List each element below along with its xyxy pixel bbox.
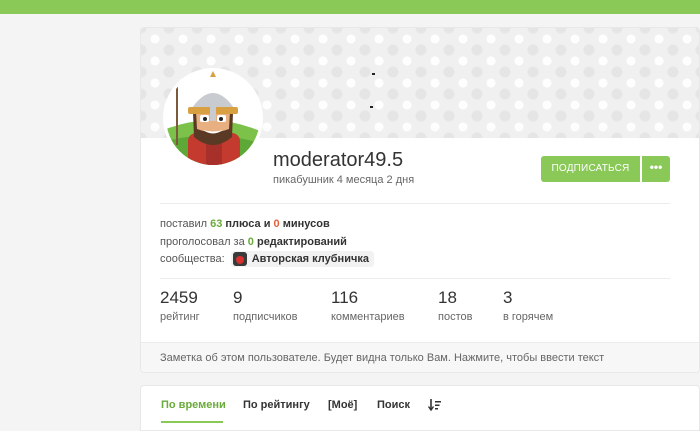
- profile-member-since: пикабушник 4 месяца 2 дня: [273, 174, 415, 186]
- stat-value: 3: [503, 288, 513, 307]
- stat-label: в горячем: [503, 311, 554, 323]
- communities-label: сообщества:: [160, 252, 225, 265]
- edits-line: проголосовал за 0 редактирований: [160, 236, 347, 248]
- stat-label: подписчиков: [233, 311, 298, 323]
- stat-value: 18: [438, 288, 457, 307]
- stat-hot[interactable]: 3 в горячем: [503, 288, 553, 323]
- stat-posts[interactable]: 18 постов: [438, 288, 472, 323]
- profile-username: moderator49.5: [273, 149, 404, 171]
- user-note[interactable]: Заметка об этом пользователе. Будет видн…: [141, 342, 699, 372]
- edits-word: редактирований: [256, 236, 347, 248]
- cover-mark: [372, 73, 375, 75]
- stat-label: комментариев: [331, 311, 405, 323]
- stat-value: 9: [233, 288, 243, 307]
- divider: [160, 278, 670, 279]
- stat-rating[interactable]: 2459 рейтинг: [160, 288, 200, 323]
- divider: [160, 203, 670, 204]
- stat-label: рейтинг: [160, 311, 200, 323]
- avatar[interactable]: [163, 68, 263, 168]
- tab-by-time[interactable]: По времени: [161, 399, 226, 411]
- subscribe-button[interactable]: ПОДПИСАТЬСЯ: [541, 156, 640, 182]
- community-badge[interactable]: Авторская клубничка: [230, 251, 374, 267]
- plus-count: 63: [210, 218, 223, 230]
- stat-subscribers[interactable]: 9 подписчиков: [233, 288, 298, 323]
- strawberry-icon: [232, 252, 247, 266]
- profile-card: moderator49.5 пикабушник 4 месяца 2 дня …: [140, 27, 700, 373]
- cover-mark: [370, 106, 373, 108]
- stat-value: 2459: [160, 288, 198, 307]
- votes-prefix: поставил: [160, 218, 208, 230]
- minus-count: 0: [273, 218, 280, 230]
- community-name: Авторская клубничка: [251, 253, 369, 265]
- top-accent-bar: [0, 0, 700, 14]
- tab-search[interactable]: Поиск: [377, 399, 410, 411]
- stat-label: постов: [438, 311, 473, 323]
- stat-value: 116: [331, 288, 359, 307]
- stat-comments[interactable]: 116 комментариев: [331, 288, 405, 323]
- tab-mine[interactable]: [Моё]: [328, 399, 357, 411]
- sort-icon[interactable]: [427, 398, 442, 412]
- minus-word: минусов: [282, 218, 330, 230]
- active-tab-indicator: [161, 421, 223, 423]
- votes-line: поставил 63 плюса и 0 минусов: [160, 218, 330, 230]
- feed-tabs: По времени По рейтингу [Моё] Поиск: [140, 385, 700, 431]
- knight-avatar-icon: [166, 71, 260, 165]
- edits-prefix: проголосовал за: [160, 236, 245, 248]
- tab-by-rating[interactable]: По рейтингу: [243, 399, 310, 411]
- communities-line: сообщества: Авторская клубничка: [160, 251, 374, 267]
- more-options-button[interactable]: •••: [642, 156, 670, 182]
- plus-word: плюса и: [225, 218, 271, 230]
- edits-count: 0: [247, 236, 254, 248]
